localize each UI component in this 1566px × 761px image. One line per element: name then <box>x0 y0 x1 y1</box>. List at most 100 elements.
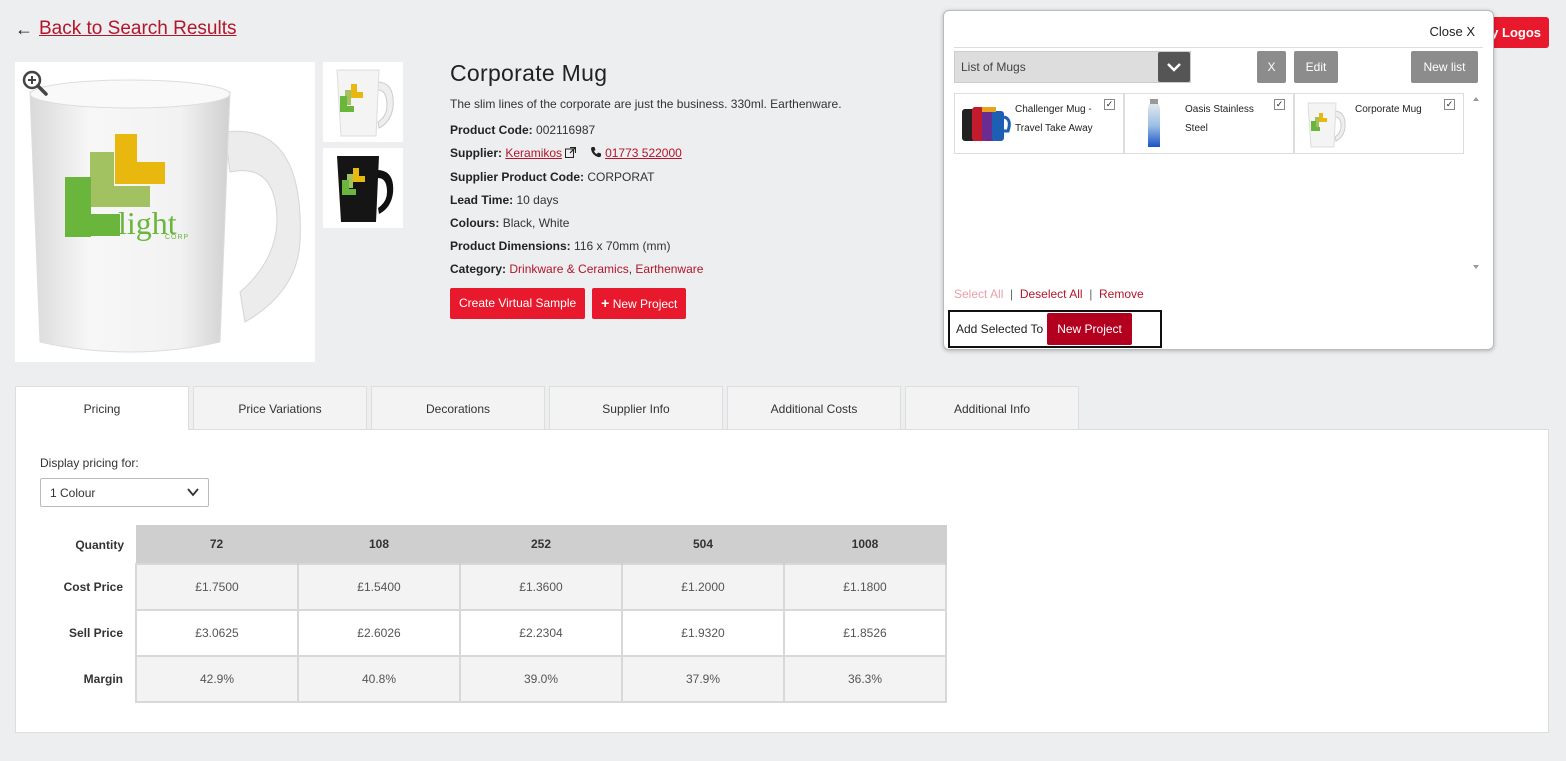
separator: | <box>1089 287 1093 301</box>
supplier-code-row: Supplier Product Code: CORPORAT <box>450 170 930 184</box>
thumbnail-white-mug[interactable] <box>323 62 403 142</box>
back-link-label: Back to Search Results <box>39 18 237 39</box>
external-link-icon <box>565 146 577 161</box>
list-scrollbar[interactable] <box>1470 93 1482 273</box>
product-title: Corporate Mug <box>450 60 608 86</box>
category-link-drinkware[interactable]: Drinkware & Ceramics <box>509 262 628 276</box>
tab-decorations[interactable]: Decorations <box>371 386 545 430</box>
item-name: Corporate Mug <box>1355 104 1422 115</box>
list-item[interactable]: Challenger Mug - Travel Take Away ✓ <box>954 93 1124 154</box>
product-code-value: 002116987 <box>536 123 596 137</box>
row-header: Sell Price <box>68 626 123 640</box>
add-selected-to-group: Add Selected To New Project <box>948 310 1162 348</box>
cost-cell: £1.2000 <box>621 563 785 611</box>
delete-list-button[interactable]: X <box>1257 51 1286 83</box>
display-pricing-value: 1 Colour <box>50 485 96 500</box>
cost-cell: £1.3600 <box>459 563 623 611</box>
list-item[interactable]: Oasis Stainless Steel ✓ <box>1124 93 1294 154</box>
close-popup-button[interactable]: Close X <box>1429 24 1475 39</box>
new-project-label: New Project <box>612 297 678 311</box>
deselect-all-link[interactable]: Deselect All <box>1020 287 1083 301</box>
sell-price-row: Sell Price £3.0625 £2.6026 £2.2304 £1.93… <box>40 609 947 657</box>
new-project-button[interactable]: + New Project <box>592 288 687 319</box>
category-row: Category: Drinkware & Ceramics, Earthenw… <box>450 262 930 276</box>
list-items: Challenger Mug - Travel Take Away ✓ Oasi… <box>954 93 1464 273</box>
item-checkbox[interactable]: ✓ <box>1444 99 1455 110</box>
tab-pricing[interactable]: Pricing <box>15 386 189 431</box>
item-image-corporate <box>1300 99 1352 149</box>
cost-cell: £1.7500 <box>135 563 299 611</box>
chevron-down-icon <box>1158 52 1190 82</box>
quantity-cell: 252 <box>460 525 623 564</box>
item-checkbox[interactable]: ✓ <box>1104 99 1115 110</box>
category-link-earthenware[interactable]: Earthenware <box>635 262 703 276</box>
product-details: Corporate Mug The slim lines of the corp… <box>450 60 930 319</box>
list-select-value: List of Mugs <box>961 60 1026 74</box>
selection-actions: Select All | Deselect All | Remove <box>954 287 1144 301</box>
margin-row: Margin 42.9% 40.8% 39.0% 37.9% 36.3% <box>40 655 947 703</box>
display-pricing-select[interactable]: 1 Colour <box>40 478 209 507</box>
separator: | <box>1010 287 1014 301</box>
item-checkbox[interactable]: ✓ <box>1274 99 1285 110</box>
zoom-in-icon[interactable] <box>22 70 48 96</box>
cost-price-row: Cost Price £1.7500 £1.5400 £1.3600 £1.20… <box>40 563 947 611</box>
row-header: Cost Price <box>63 580 123 594</box>
create-virtual-sample-button[interactable]: Create Virtual Sample <box>450 288 586 319</box>
supplier-code-value: CORPORAT <box>587 170 655 184</box>
supplier-phone-link[interactable]: 01773 522000 <box>605 146 682 160</box>
category-label: Category: <box>450 262 507 276</box>
dimensions-row: Product Dimensions: 116 x 70mm (mm) <box>450 239 930 253</box>
pricing-table: Quantity 72 108 252 504 1008 Cost Price … <box>40 525 947 703</box>
margin-cell: 42.9% <box>135 655 299 703</box>
list-item[interactable]: Corporate Mug ✓ <box>1294 93 1464 154</box>
sell-cell: £1.9320 <box>621 609 785 657</box>
quantity-row: Quantity 72 108 252 504 1008 <box>40 525 947 564</box>
add-to-new-project-button[interactable]: New Project <box>1047 313 1132 345</box>
colours-value: Black, White <box>502 216 570 230</box>
lead-time-row: Lead Time: 10 days <box>450 193 930 207</box>
phone-icon <box>590 146 602 161</box>
arrow-left-icon: ← <box>15 18 33 39</box>
dimensions-label: Product Dimensions: <box>450 239 571 253</box>
quantity-cell: 72 <box>136 525 299 564</box>
lead-time-label: Lead Time: <box>450 193 514 207</box>
margin-cell: 40.8% <box>297 655 461 703</box>
plus-icon: + <box>601 295 610 311</box>
select-all-link[interactable]: Select All <box>954 287 1003 301</box>
list-select-dropdown[interactable]: List of Mugs <box>954 51 1191 83</box>
product-code-label: Product Code: <box>450 123 533 137</box>
edit-list-button[interactable]: Edit <box>1294 51 1338 83</box>
sell-cell: £2.2304 <box>459 609 623 657</box>
add-selected-label: Add Selected To <box>956 322 1044 336</box>
thumbnail-black-mug[interactable] <box>323 148 403 228</box>
product-code-row: Product Code: 002116987 <box>450 123 930 137</box>
colours-row: Colours: Black, White <box>450 216 930 230</box>
supplier-link[interactable]: Keramikos <box>505 146 562 160</box>
tab-additional-costs[interactable]: Additional Costs <box>727 386 901 430</box>
supplier-row: Supplier: Keramikos 01773 522000 <box>450 146 930 161</box>
margin-cell: 37.9% <box>621 655 785 703</box>
lead-time-value: 10 days <box>516 193 559 207</box>
item-name: Oasis Stainless Steel <box>1185 104 1254 134</box>
tab-price-variations[interactable]: Price Variations <box>193 386 367 430</box>
tab-additional-info[interactable]: Additional Info <box>905 386 1079 430</box>
item-image-oasis <box>1130 99 1182 149</box>
colours-label: Colours: <box>450 216 500 230</box>
supplier-label: Supplier: <box>450 146 503 160</box>
mug-logo-subtext: CORP <box>165 234 190 241</box>
product-main-image[interactable]: light CORP <box>15 62 315 362</box>
active-tab-join <box>16 428 188 431</box>
tab-supplier-info[interactable]: Supplier Info <box>549 386 723 430</box>
category-separator: , <box>628 262 633 276</box>
item-image-challenger <box>960 99 1012 149</box>
new-list-button[interactable]: New list <box>1411 51 1478 83</box>
quantity-cell: 504 <box>622 525 785 564</box>
supplier-code-label: Supplier Product Code: <box>450 170 585 184</box>
remove-link[interactable]: Remove <box>1099 287 1144 301</box>
row-header: Quantity <box>75 537 124 552</box>
cost-cell: £1.5400 <box>297 563 461 611</box>
margin-cell: 36.3% <box>783 655 947 703</box>
quantity-cell: 108 <box>298 525 461 564</box>
back-to-search-link[interactable]: ← Back to Search Results <box>15 18 236 40</box>
product-tabs: Pricing Price Variations Decorations Sup… <box>15 386 1079 431</box>
